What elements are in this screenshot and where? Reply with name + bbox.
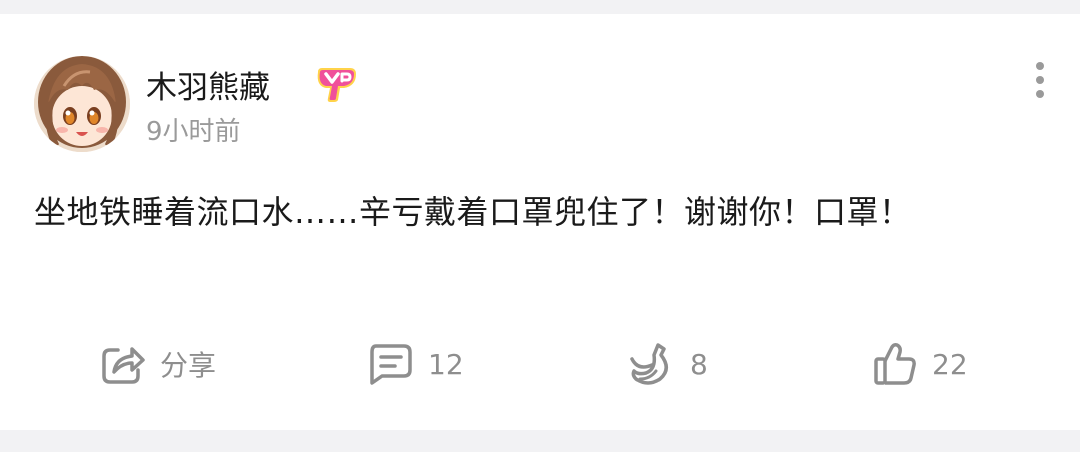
author-avatar[interactable] [34,56,130,152]
comment-button[interactable]: 12 [366,338,464,390]
like-button[interactable]: 22 [872,338,968,390]
comment-count: 12 [428,347,464,381]
share-icon [102,347,145,384]
comment-icon [370,344,412,385]
share-button[interactable]: 分享 [100,338,216,390]
vip-badge-icon[interactable] [312,66,360,104]
post-card[interactable]: 木羽熊藏 9小时前 坐地铁睡着流口水……辛亏戴着口罩兜住了！谢谢你！口罩！ 分享 [0,14,1080,430]
banana-icon [630,343,668,385]
share-label: 分享 [160,349,217,382]
like-count: 22 [932,347,968,381]
more-options-button[interactable] [1024,60,1056,100]
banana-button[interactable]: 8 [628,338,708,390]
action-bar: 分享 12 8 22 [0,338,1080,390]
post-content: 坐地铁睡着流口水……辛亏戴着口罩兜住了！谢谢你！口罩！ [34,193,912,231]
more-dot [1036,90,1044,98]
author-name[interactable]: 木羽熊藏 [146,68,270,108]
banana-count: 8 [690,347,708,381]
avatar-image [34,56,130,152]
more-dot [1036,76,1044,84]
post-timestamp: 9小时前 [146,117,241,147]
thumbs-up-icon [874,343,916,385]
more-vertical-icon [1036,62,1044,70]
